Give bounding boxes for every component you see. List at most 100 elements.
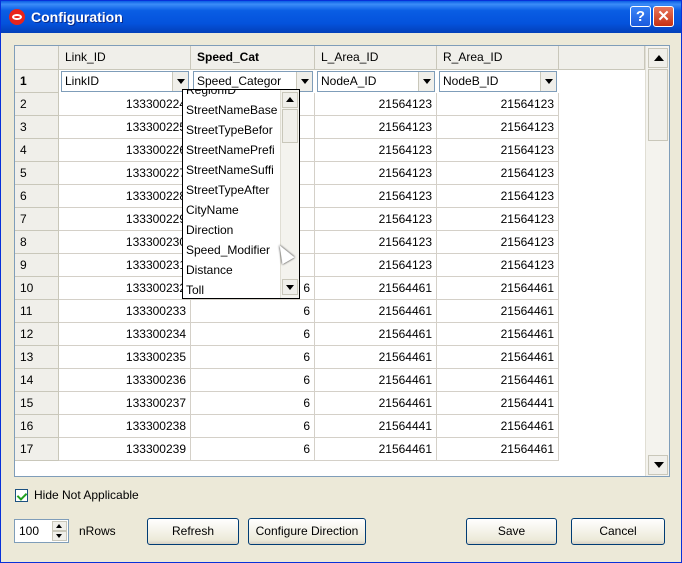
l-area-id-cell[interactable]: 21564123 [315,93,437,116]
speed-cat-dropdown-list[interactable]: RegionID StreetNameBase StreetTypeBefor Str… [182,89,300,299]
l-area-id-cell[interactable]: 21564461 [315,300,437,323]
dropdown-option[interactable]: StreetTypeBefor [186,120,273,140]
r-area-id-mapping-select[interactable]: NodeB_ID [439,71,557,92]
nrows-value[interactable]: 100 [19,524,39,538]
spin-down-icon[interactable] [52,531,67,541]
chevron-down-icon[interactable] [418,72,434,91]
r-area-id-cell[interactable]: 21564123 [437,185,559,208]
l-area-id-cell[interactable]: 21564461 [315,392,437,415]
link-id-cell[interactable]: 133300237 [59,392,191,415]
l-area-id-mapping-select[interactable]: NodeA_ID [317,71,435,92]
link-id-cell[interactable]: 133300233 [59,300,191,323]
row-header: 16 [15,415,59,438]
link-id-cell[interactable]: 133300225 [59,116,191,139]
link-id-cell[interactable]: 133300224 [59,93,191,116]
link-id-mapping-select[interactable]: LinkID [61,71,189,92]
hide-not-applicable-checkbox[interactable] [15,489,28,502]
dropdown-option[interactable]: Toll [186,280,204,298]
link-id-cell[interactable]: 133300238 [59,415,191,438]
scroll-down-icon[interactable] [648,455,668,475]
r-area-id-cell[interactable]: 21564123 [437,231,559,254]
link-id-cell[interactable]: 133300229 [59,208,191,231]
r-area-id-cell[interactable]: 21564123 [437,93,559,116]
r-area-id-cell[interactable]: 21564123 [437,162,559,185]
l-area-id-cell[interactable]: 21564123 [315,254,437,277]
link-id-cell[interactable]: 133300228 [59,185,191,208]
speed-cat-cell[interactable]: 6 [191,438,315,461]
refresh-button[interactable]: Refresh [147,518,239,545]
nrows-label: nRows [79,524,116,538]
dropdown-scroll-thumb[interactable] [282,109,298,143]
dropdown-option[interactable]: Speed_Modifier [186,240,270,260]
scroll-thumb[interactable] [648,69,668,141]
dropdown-option[interactable]: RegionID [186,90,236,100]
dropdown-option[interactable]: StreetTypeAfter [186,180,269,200]
l-area-id-cell[interactable]: 21564461 [315,346,437,369]
r-area-id-cell[interactable]: 21564461 [437,277,559,300]
dropdown-option[interactable]: CityName [186,200,239,220]
dropdown-scroll-down-icon[interactable] [282,279,298,295]
speed-cat-cell[interactable]: 6 [191,415,315,438]
configure-direction-button[interactable]: Configure Direction [248,518,366,545]
l-area-id-cell[interactable]: 21564123 [315,116,437,139]
link-id-cell[interactable]: 133300239 [59,438,191,461]
r-area-id-cell[interactable]: 21564123 [437,139,559,162]
dropdown-option[interactable]: StreetNameSuffi [186,160,274,180]
scroll-up-icon[interactable] [648,48,668,68]
dropdown-option[interactable]: StreetNamePrefi [186,140,275,160]
grid-vertical-scrollbar[interactable] [645,46,669,476]
help-button[interactable]: ? [630,6,651,27]
speed-cat-cell[interactable]: 6 [191,392,315,415]
l-area-id-cell[interactable]: 21564461 [315,323,437,346]
r-area-id-cell[interactable]: 21564123 [437,116,559,139]
l-area-id-cell[interactable]: 21564123 [315,162,437,185]
r-area-id-cell[interactable]: 21564461 [437,369,559,392]
l-area-id-cell[interactable]: 21564461 [315,277,437,300]
l-area-id-cell[interactable]: 21564123 [315,231,437,254]
column-header[interactable]: Link_ID [59,46,191,70]
speed-cat-cell[interactable]: 6 [191,346,315,369]
r-area-id-cell[interactable]: 21564123 [437,208,559,231]
save-button[interactable]: Save [466,518,557,545]
l-area-id-cell[interactable]: 21564123 [315,208,437,231]
link-id-cell[interactable]: 133300227 [59,162,191,185]
select-value: NodeB_ID [443,74,499,88]
close-button[interactable]: ✕ [653,6,674,27]
speed-cat-cell[interactable]: 6 [191,369,315,392]
r-area-id-cell[interactable]: 21564461 [437,438,559,461]
r-area-id-cell[interactable]: 21564461 [437,300,559,323]
l-area-id-cell[interactable]: 21564123 [315,185,437,208]
l-area-id-cell[interactable]: 21564461 [315,438,437,461]
hide-not-applicable-label: Hide Not Applicable [34,488,139,502]
l-area-id-cell[interactable]: 21564441 [315,415,437,438]
link-id-cell[interactable]: 133300234 [59,323,191,346]
column-header[interactable]: L_Area_ID [315,46,437,70]
nrows-spinner[interactable]: 100 [14,519,69,543]
link-id-cell[interactable]: 133300231 [59,254,191,277]
speed-cat-cell[interactable]: 6 [191,300,315,323]
chevron-down-icon[interactable] [540,72,556,91]
l-area-id-cell[interactable]: 21564461 [315,369,437,392]
link-id-cell[interactable]: 133300232 [59,277,191,300]
link-id-cell[interactable]: 133300236 [59,369,191,392]
link-id-cell[interactable]: 133300230 [59,231,191,254]
spin-up-icon[interactable] [52,521,67,531]
link-id-cell[interactable]: 133300235 [59,346,191,369]
dropdown-option[interactable]: Direction [186,220,233,240]
column-header[interactable]: Speed_Cat [191,46,315,70]
dropdown-scroll-up-icon[interactable] [282,92,298,108]
cancel-button[interactable]: Cancel [571,518,665,545]
speed-cat-cell[interactable]: 6 [191,323,315,346]
r-area-id-cell[interactable]: 21564461 [437,415,559,438]
r-area-id-cell[interactable]: 21564441 [437,392,559,415]
l-area-id-cell[interactable]: 21564123 [315,139,437,162]
r-area-id-cell[interactable]: 21564123 [437,254,559,277]
title-bar[interactable]: Configuration ? ✕ [1,1,681,33]
dropdown-scrollbar[interactable] [280,90,299,298]
link-id-cell[interactable]: 133300226 [59,139,191,162]
dropdown-option[interactable]: Distance [186,260,233,280]
r-area-id-cell[interactable]: 21564461 [437,323,559,346]
dropdown-option[interactable]: StreetNameBase [186,100,277,120]
column-header[interactable]: R_Area_ID [437,46,559,70]
r-area-id-cell[interactable]: 21564461 [437,346,559,369]
